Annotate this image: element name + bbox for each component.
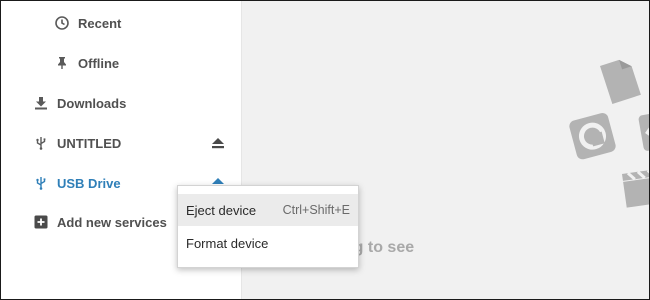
- clapperboard-icon: [622, 168, 649, 208]
- file-icon: [600, 59, 641, 105]
- add-box-icon: [33, 214, 49, 230]
- sidebar-item-label: USB Drive: [57, 175, 121, 191]
- drive-file-icon: [569, 112, 616, 160]
- menu-item-label: Eject device: [186, 202, 257, 218]
- menu-item-eject-device[interactable]: Eject device Ctrl+Shift+E: [178, 194, 358, 226]
- pin-icon: [54, 55, 70, 71]
- download-icon: [33, 95, 49, 111]
- eject-untitled-button[interactable]: [210, 135, 226, 151]
- eject-icon: [212, 138, 224, 149]
- sidebar-item-downloads[interactable]: Downloads: [33, 87, 126, 119]
- sidebar-item-label: Offline: [78, 55, 120, 71]
- clock-icon: [54, 15, 70, 31]
- files-app-window: Recent Offline Downloads UNTITLED USB Dr…: [0, 0, 650, 300]
- sidebar-item-recent[interactable]: Recent: [54, 7, 121, 39]
- sidebar-item-label: Downloads: [57, 95, 127, 111]
- sidebar-item-label: Add new services: [57, 214, 167, 230]
- sidebar-item-usb-drive[interactable]: USB Drive: [33, 167, 121, 199]
- sidebar-item-add-new-services[interactable]: Add new services: [33, 206, 167, 238]
- usb-icon: [33, 135, 49, 151]
- menu-item-shortcut: Ctrl+Shift+E: [282, 203, 350, 217]
- empty-folder-illustration: [569, 59, 649, 208]
- video-file-icon: [638, 109, 649, 151]
- usb-icon: [33, 175, 49, 191]
- sidebar-item-label: UNTITLED: [57, 135, 122, 151]
- context-menu: Eject device Ctrl+Shift+E Format device: [177, 185, 359, 268]
- sidebar-item-untitled[interactable]: UNTITLED: [33, 127, 121, 159]
- menu-item-label: Format device: [186, 235, 269, 251]
- sidebar-item-label: Recent: [78, 15, 122, 31]
- menu-item-format-device[interactable]: Format device: [178, 227, 358, 259]
- sidebar-item-offline[interactable]: Offline: [54, 47, 119, 79]
